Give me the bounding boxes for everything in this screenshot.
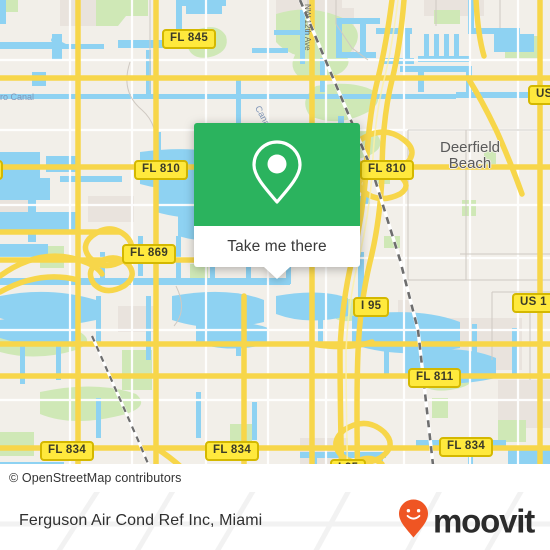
moovit-wordmark: moovit bbox=[433, 502, 535, 540]
highway-shield-fl-811[interactable]: FL 811 bbox=[408, 368, 462, 388]
place-name-label: Ferguson Air Cond Ref Inc, Miami bbox=[19, 512, 263, 529]
highway-shield-us-1-north[interactable]: US 1 bbox=[528, 85, 550, 105]
highway-shield-fl-845[interactable]: FL 845 bbox=[162, 29, 217, 49]
highway-shield-fl-834-center[interactable]: FL 834 bbox=[205, 441, 260, 461]
moovit-pin-smiley-icon bbox=[398, 499, 429, 544]
map-screenshot-root: Deerfield Beach ro Canal Canal NW 12th A… bbox=[0, 0, 550, 550]
highway-shield-us-1-south[interactable]: US 1 bbox=[512, 293, 550, 313]
popup-footer[interactable]: Take me there bbox=[194, 226, 360, 267]
highway-shield-clipped-left[interactable]: 0 bbox=[0, 160, 3, 180]
map-attribution-bar: © OpenStreetMap contributors bbox=[0, 464, 550, 492]
location-pin-icon bbox=[249, 138, 305, 211]
water-label-canal-left: ro Canal bbox=[0, 92, 35, 102]
popup-pointer-tail bbox=[264, 267, 290, 279]
attribution-text[interactable]: © OpenStreetMap contributors bbox=[0, 471, 182, 485]
location-popup-card[interactable]: Take me there bbox=[194, 123, 360, 279]
moovit-brand[interactable]: moovit bbox=[398, 499, 535, 544]
highway-shield-fl-834-west[interactable]: FL 834 bbox=[40, 441, 95, 461]
highway-shield-fl-834-east[interactable]: FL 834 bbox=[439, 437, 494, 457]
take-me-there-label[interactable]: Take me there bbox=[227, 238, 327, 256]
road-name-label-vertical: NW 12th Ave bbox=[303, 4, 312, 51]
highway-shield-fl-810-east[interactable]: FL 810 bbox=[360, 160, 415, 180]
city-label-deerfield-beach: Deerfield Beach bbox=[439, 139, 501, 172]
highway-shield-i-95-mid[interactable]: I 95 bbox=[353, 297, 390, 317]
bottom-info-bar: Ferguson Air Cond Ref Inc, Miami moovit bbox=[0, 492, 550, 550]
highway-shield-fl-810-west[interactable]: FL 810 bbox=[134, 160, 189, 180]
popup-header bbox=[194, 123, 360, 226]
highway-shield-fl-869[interactable]: FL 869 bbox=[122, 244, 177, 264]
